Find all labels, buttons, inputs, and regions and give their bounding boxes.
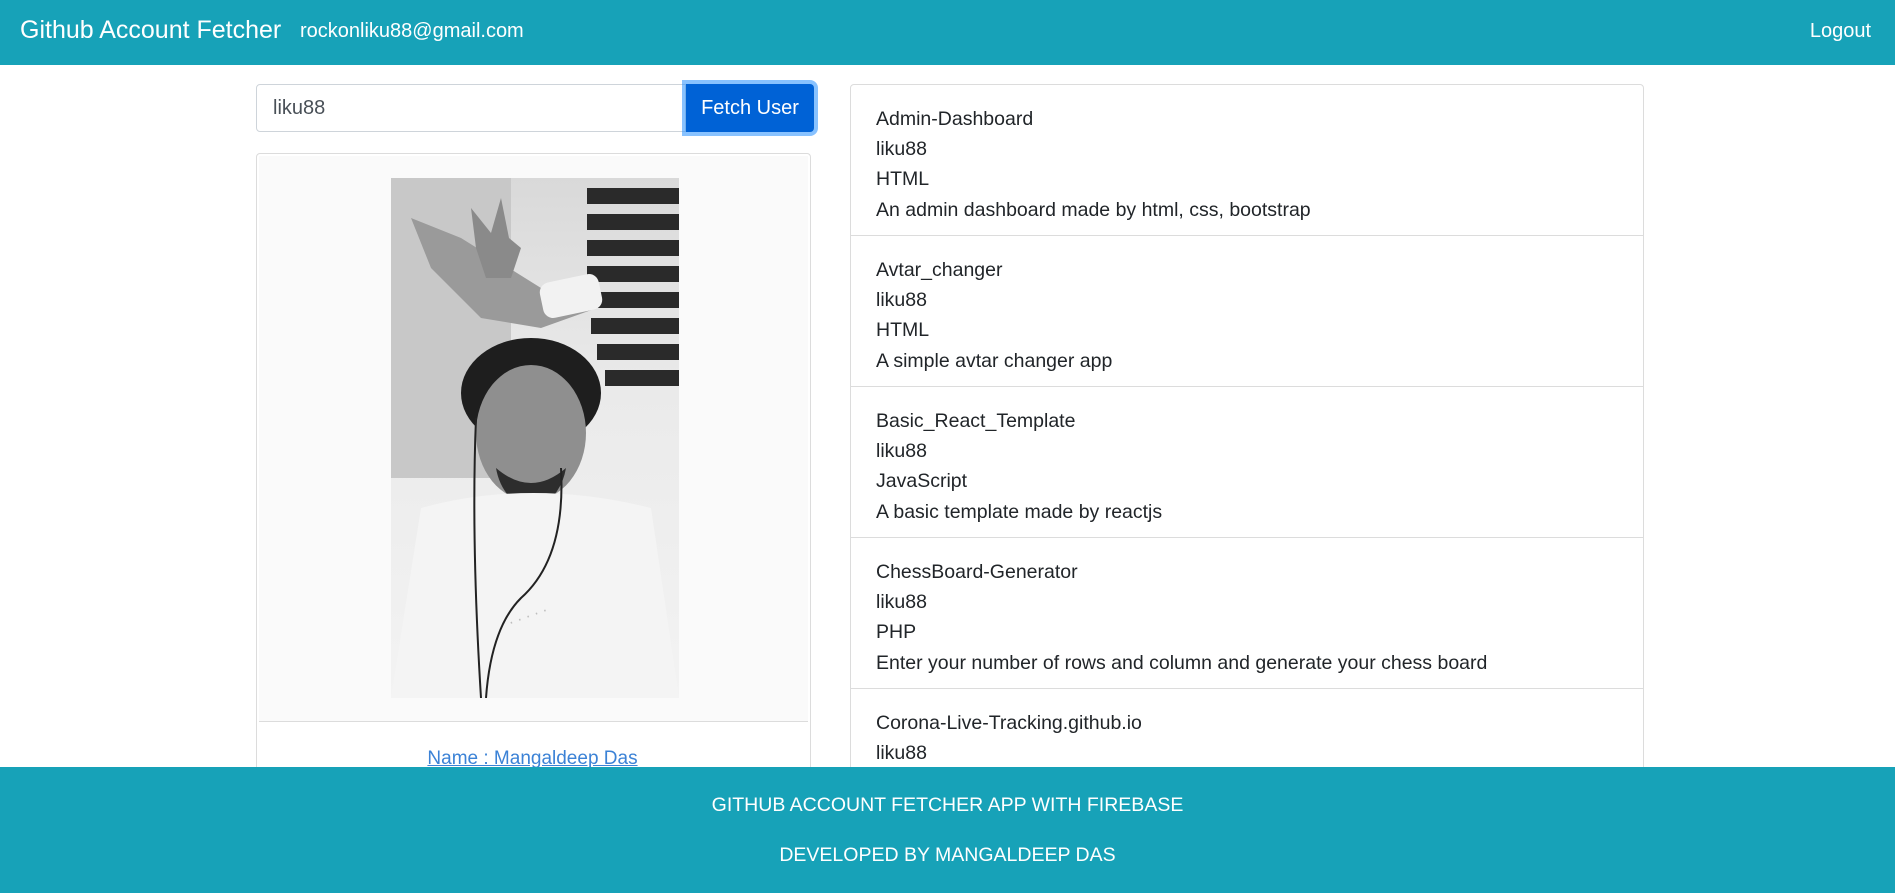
repo-owner: liku88 [876, 742, 927, 765]
repo-language: HTML [876, 168, 930, 191]
repo-owner: liku88 [876, 440, 927, 463]
footer: GITHUB ACCOUNT FETCHER APP WITH FIREBASE… [0, 767, 1895, 893]
repo-item[interactable]: Avtar_changer liku88 HTML A simple avtar… [851, 236, 1643, 387]
footer-developer-credit: DEVELOPED BY MANGALDEEP DAS [779, 844, 1116, 866]
repo-name: ChessBoard-Generator [876, 561, 1078, 583]
repo-description: A simple avtar changer app [876, 349, 1113, 372]
footer-app-title: GITHUB ACCOUNT FETCHER APP WITH FIREBASE [711, 794, 1184, 816]
repo-name: Admin-Dashboard [876, 108, 1034, 130]
repo-description: An admin dashboard made by html, css, bo… [876, 198, 1311, 221]
repo-name: Avtar_changer [876, 259, 1003, 281]
repo-name: Corona-Live-Tracking.github.io [876, 712, 1142, 734]
repo-language: PHP [876, 621, 917, 644]
logout-link[interactable]: Logout [1810, 20, 1871, 43]
repo-item[interactable]: ChessBoard-Generator liku88 PHP Enter yo… [851, 538, 1643, 689]
repo-name: Basic_React_Template [876, 410, 1076, 432]
user-email: rockonliku88@gmail.com [300, 20, 524, 42]
avatar-photo: · · · · · [391, 178, 679, 698]
avatar: · · · · · [391, 178, 679, 698]
repo-description: A basic template made by reactjs [876, 500, 1163, 523]
search-form: Fetch User [256, 84, 814, 134]
avatar-container: · · · · · [259, 156, 808, 722]
app-brand[interactable]: Github Account Fetcher [20, 16, 281, 45]
repo-language: JavaScript [876, 470, 968, 493]
repo-item[interactable]: Admin-Dashboard liku88 HTML An admin das… [851, 85, 1643, 236]
fetch-user-button[interactable]: Fetch User [686, 84, 814, 132]
repo-language: HTML [876, 319, 930, 342]
repo-owner: liku88 [876, 591, 927, 614]
repo-owner: liku88 [876, 138, 927, 161]
repo-owner: liku88 [876, 289, 927, 312]
repo-item[interactable]: Basic_React_Template liku88 JavaScript A… [851, 387, 1643, 538]
username-input[interactable] [256, 84, 686, 132]
top-navbar: Github Account Fetcher rockonliku88@gmai… [0, 0, 1895, 65]
repo-description: Enter your number of rows and column and… [876, 651, 1488, 674]
